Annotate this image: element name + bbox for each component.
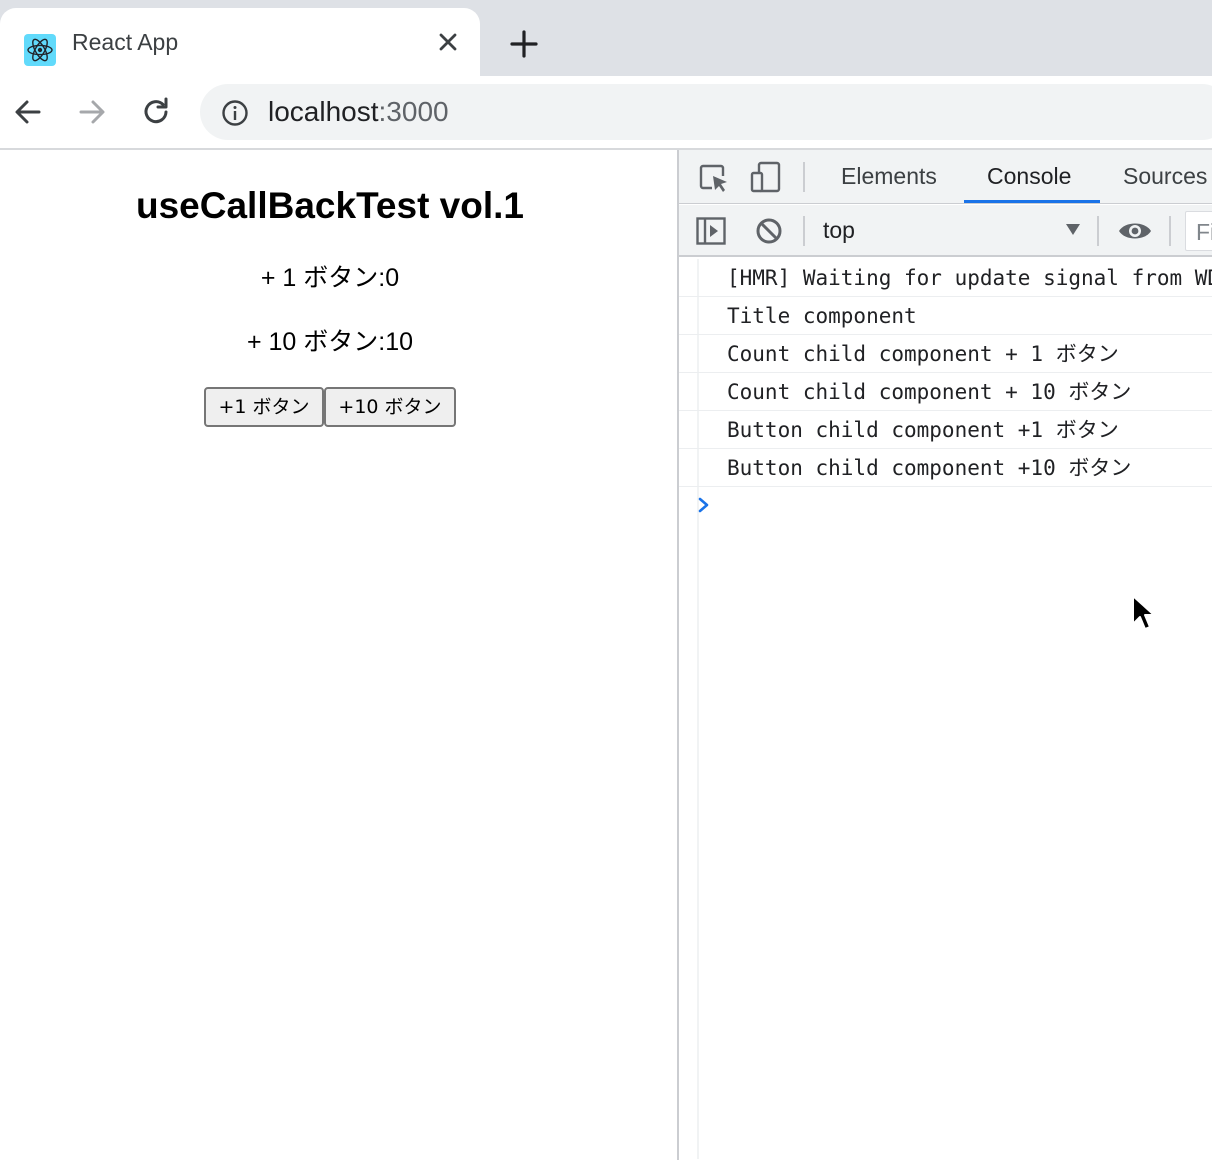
address-bar[interactable]: localhost:3000 <box>200 84 1212 140</box>
count-plus-ten-label: + 10 ボタン:10 <box>246 328 414 356</box>
console-message[interactable]: Button child component +1 ボタン <box>679 411 1212 449</box>
tab-title: React App <box>72 29 179 55</box>
plus-ten-button[interactable]: +10 ボタン <box>324 387 456 427</box>
url-port: :3000 <box>378 96 449 127</box>
browser-toolbar: localhost:3000 <box>0 76 1212 150</box>
toolbar-separator <box>803 216 805 246</box>
device-toolbar-icon[interactable] <box>749 160 783 194</box>
info-icon[interactable] <box>220 98 250 128</box>
count-plus-one-label: + 1 ボタン:0 <box>260 264 400 292</box>
eye-icon[interactable] <box>1117 215 1153 247</box>
active-tab-indicator <box>964 200 1100 203</box>
react-logo-icon <box>24 34 56 66</box>
devtools-tab-elements[interactable]: Elements <box>841 162 937 190</box>
inspect-element-icon[interactable] <box>697 162 731 196</box>
filter-placeholder: Fi <box>1196 219 1212 245</box>
console-message[interactable]: Count child component + 1 ボタン <box>679 335 1212 373</box>
devtools-tab-bar: Elements Console Sources <box>679 150 1212 204</box>
console-filter-input[interactable]: Fi <box>1185 211 1212 251</box>
devtools-tab-sources[interactable]: Sources <box>1123 162 1207 190</box>
console-sidebar-icon[interactable] <box>695 215 727 247</box>
clear-console-icon[interactable] <box>753 215 785 247</box>
mouse-pointer-icon <box>1132 595 1155 630</box>
console-message[interactable]: [HMR] Waiting for update signal from WDS… <box>679 259 1212 297</box>
reload-icon[interactable] <box>138 94 174 130</box>
console-message[interactable]: Title component <box>679 297 1212 335</box>
context-selector[interactable]: top <box>823 215 855 245</box>
arrow-left-icon[interactable] <box>10 94 46 130</box>
arrow-right-icon[interactable] <box>74 94 110 130</box>
plus-icon[interactable] <box>506 26 542 62</box>
devtools-panel: Elements Console Sources top Fi <box>677 150 1212 1160</box>
console-message[interactable]: Count child component + 10 ボタン <box>679 373 1212 411</box>
toolbar-separator <box>803 162 805 192</box>
close-icon[interactable] <box>434 28 462 56</box>
console-message[interactable]: Button child component +10 ボタン <box>679 449 1212 487</box>
devtools-tab-console[interactable]: Console <box>987 162 1071 190</box>
toolbar-separator <box>1169 216 1171 246</box>
triangle-down-icon[interactable] <box>1065 221 1081 237</box>
console-toolbar: top Fi <box>679 205 1212 257</box>
button-row: +1 ボタン +10 ボタン <box>204 387 456 427</box>
page-content: useCallBackTest vol.1 + 1 ボタン:0 + 10 ボタン… <box>0 150 677 1160</box>
url-host: localhost <box>268 96 379 127</box>
tab-strip: React App <box>0 0 1212 76</box>
console-messages: [HMR] Waiting for update signal from WDS… <box>679 259 1212 487</box>
plus-one-button[interactable]: +1 ボタン <box>204 387 324 427</box>
chevron-right-icon[interactable] <box>695 494 713 516</box>
toolbar-separator <box>1097 216 1099 246</box>
url-text: localhost:3000 <box>268 96 449 128</box>
browser-tab-react-app[interactable]: React App <box>0 8 480 76</box>
page-title: useCallBackTest vol.1 <box>136 185 524 226</box>
